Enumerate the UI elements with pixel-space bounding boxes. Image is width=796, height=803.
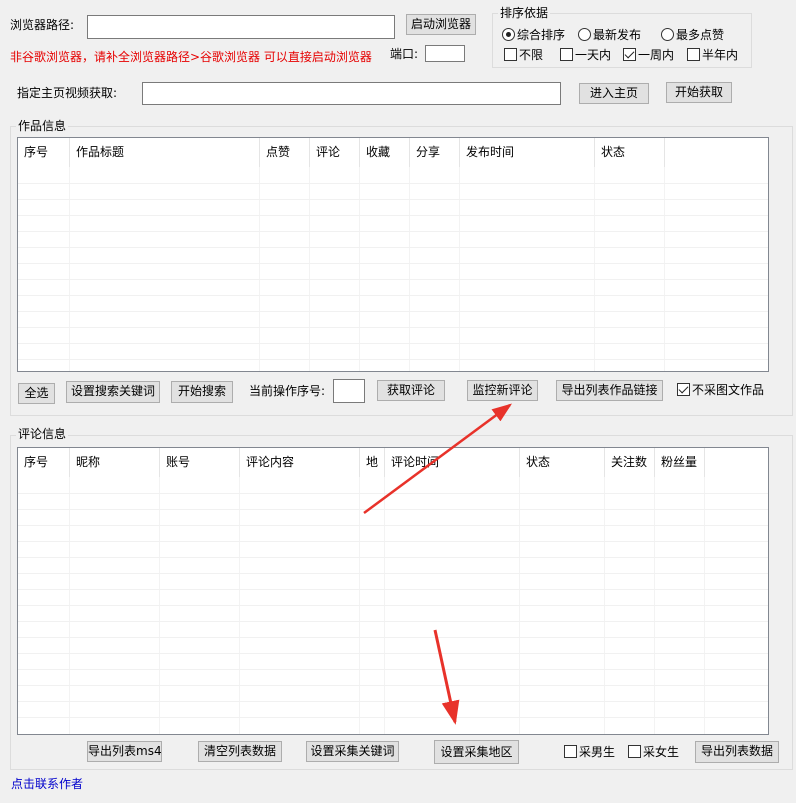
annotation-arrows bbox=[363, 403, 513, 725]
annotation-arrow-up bbox=[363, 403, 513, 515]
annotation-arrow-down bbox=[433, 629, 460, 725]
